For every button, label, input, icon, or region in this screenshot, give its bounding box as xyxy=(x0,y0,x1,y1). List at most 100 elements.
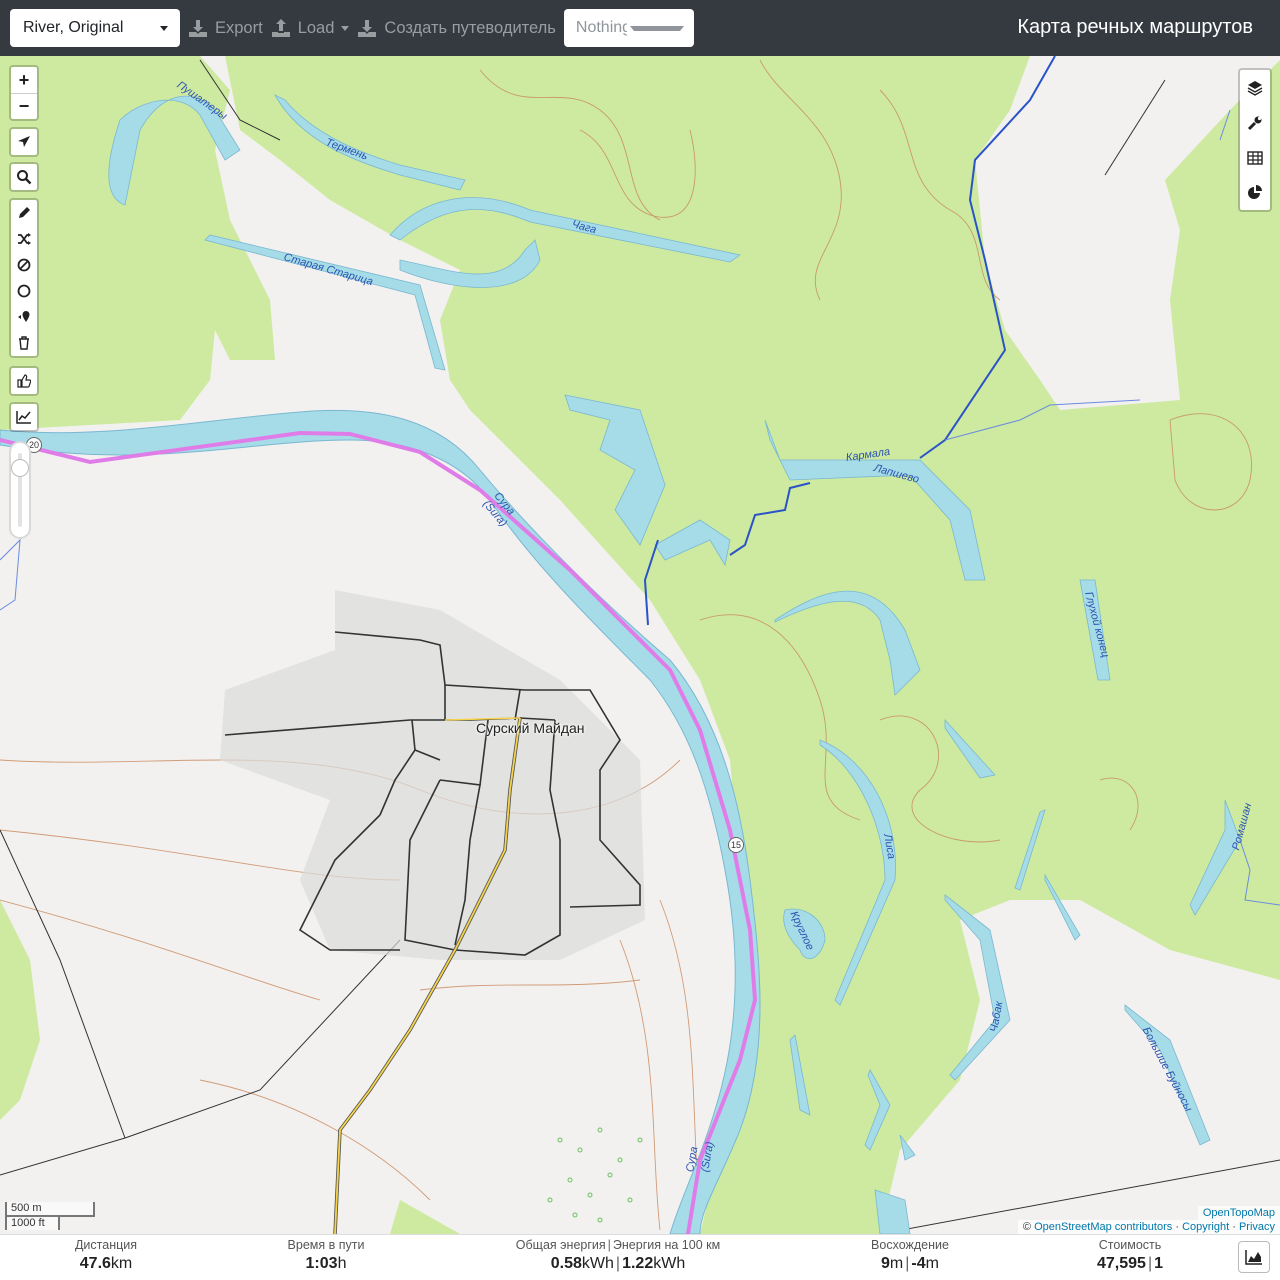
map-base-layer xyxy=(0,56,1280,1234)
search-control xyxy=(9,162,39,192)
scale-imperial: 1000 ft xyxy=(5,1215,60,1230)
stat-energy-total-unit: kWh xyxy=(581,1255,614,1272)
data-table-button[interactable] xyxy=(1240,140,1270,175)
stat-ascent-up-value: 9 xyxy=(881,1255,890,1272)
chevron-down-icon xyxy=(341,25,350,31)
forest-area-south xyxy=(390,1200,460,1234)
area-chart-icon xyxy=(1245,1250,1262,1265)
osm-contributors-link[interactable]: OpenStreetMap contributors xyxy=(1034,1221,1172,1233)
elevation-chart-button[interactable] xyxy=(1238,1241,1270,1273)
layers-icon xyxy=(1247,80,1263,96)
app-title: Карта речных маршрутов xyxy=(1017,16,1253,38)
attribution-separator: · xyxy=(1232,1221,1236,1233)
opacity-slider-handle[interactable] xyxy=(11,459,29,477)
stat-ascent: Восхождение 9m | -4m xyxy=(860,1238,960,1273)
stat-ascent-label: Восхождение xyxy=(871,1238,949,1252)
stat-distance: Дистанция 47.6km xyxy=(70,1238,142,1273)
map-marker-icon xyxy=(18,311,30,322)
stat-cost-label: Стоимость xyxy=(1098,1238,1162,1252)
profile-select[interactable]: River, Original xyxy=(10,9,180,47)
shuffle-icon xyxy=(18,233,31,245)
orchard-pattern xyxy=(547,1127,643,1223)
map-scale: 500 m 1000 ft xyxy=(5,1202,95,1230)
stat-cost: Стоимость 47,595 | 1 xyxy=(1090,1238,1170,1273)
stat-ascent-down-unit: m xyxy=(925,1255,939,1272)
zoom-out-button[interactable]: − xyxy=(11,93,37,119)
stat-time-unit: h xyxy=(337,1255,347,1272)
privacy-link[interactable]: Privacy xyxy=(1239,1221,1275,1233)
opentopomap-link[interactable]: OpenTopoMap xyxy=(1203,1207,1275,1219)
road-shield: 15 xyxy=(728,837,744,853)
create-guide-label: Создать путеводитель xyxy=(384,18,556,37)
town-label: Сурский Майдан xyxy=(476,720,585,736)
stat-distance-label: Дистанция xyxy=(74,1238,138,1252)
stat-energy-per100-value: 1.22 xyxy=(622,1255,654,1272)
stat-cost-count: 1 xyxy=(1154,1255,1163,1272)
search-button[interactable] xyxy=(11,164,37,190)
opacity-slider[interactable] xyxy=(9,441,31,539)
locate-control xyxy=(9,127,39,157)
pie-chart-icon xyxy=(1248,184,1262,199)
create-guide-button[interactable]: Создать путеводитель xyxy=(357,9,556,47)
top-navbar: River, Original Export Load Создать путе… xyxy=(0,0,1280,56)
layers-button[interactable] xyxy=(1240,70,1270,105)
settings-button[interactable] xyxy=(1240,105,1270,140)
elevation-button[interactable] xyxy=(11,404,37,430)
delete-route-button[interactable] xyxy=(11,330,37,356)
locate-button[interactable] xyxy=(11,129,37,155)
stat-cost-value: 47,595 xyxy=(1097,1255,1146,1272)
stat-energy-per100-label: Энергия на 100 км xyxy=(612,1238,721,1252)
route-select[interactable]: Nothing selected xyxy=(563,9,694,47)
statistics-button[interactable] xyxy=(1240,175,1270,210)
zoom-control: + − xyxy=(9,65,39,121)
stat-ascent-up-unit: m xyxy=(889,1255,904,1272)
attribution-separator: · xyxy=(1175,1221,1179,1233)
ban-icon xyxy=(17,258,31,272)
load-button[interactable]: Load xyxy=(271,9,350,47)
pencil-icon xyxy=(19,207,30,218)
stat-time-value: 1:03 xyxy=(305,1255,338,1272)
load-label: Load xyxy=(297,18,335,37)
circle-tool-button[interactable] xyxy=(11,278,37,304)
draw-toolbar xyxy=(9,198,39,358)
copyright-symbol: © xyxy=(1022,1221,1032,1233)
upload-icon xyxy=(271,19,290,37)
draw-route-button[interactable] xyxy=(11,200,37,226)
download-icon xyxy=(358,20,377,37)
zoom-in-button[interactable]: + xyxy=(11,67,37,93)
search-icon xyxy=(17,170,32,185)
stat-distance-unit: km xyxy=(110,1255,133,1272)
village-landuse xyxy=(220,590,645,960)
reverse-route-button[interactable] xyxy=(11,226,37,252)
stat-energy: Общая энергия | Энергия на 100 км 0.58kWh |… xyxy=(515,1238,721,1272)
right-toolbar xyxy=(1238,68,1272,212)
forest-area-southwest xyxy=(0,900,40,1120)
export-button[interactable]: Export xyxy=(188,9,263,47)
wrench-icon xyxy=(1247,116,1262,130)
add-poi-button[interactable] xyxy=(11,304,37,330)
route-stats-bar: Дистанция 47.6km Время в пути 1:03h Обща… xyxy=(0,1234,1280,1280)
stat-energy-total-label: Общая энергия xyxy=(515,1238,606,1252)
route-select-value: Nothing selected xyxy=(575,19,627,36)
download-icon xyxy=(189,20,207,37)
map-canvas[interactable]: Сурский Майдан Пушатеры Термень Чага Ста… xyxy=(0,56,1280,1234)
stat-energy-per100-unit: kWh xyxy=(653,1255,686,1272)
delete-point-button[interactable] xyxy=(11,252,37,278)
stat-time-label: Время в пути xyxy=(287,1238,365,1252)
customize-control xyxy=(9,366,39,396)
elevation-control xyxy=(9,402,39,432)
copyright-link[interactable]: Copyright xyxy=(1182,1221,1229,1233)
customize-button[interactable] xyxy=(11,368,37,394)
chevron-down-icon xyxy=(629,25,684,31)
profile-select-value: River, Original xyxy=(23,19,124,36)
thumbs-up-icon xyxy=(17,374,31,388)
chevron-down-icon xyxy=(160,25,168,31)
trash-icon xyxy=(19,336,29,350)
export-label: Export xyxy=(215,18,263,37)
circle-icon xyxy=(17,284,31,298)
stat-distance-value: 47.6 xyxy=(79,1255,111,1272)
map-attribution: OpenTopoMap © OpenStreetMap contributors… xyxy=(1017,1206,1280,1234)
location-arrow-icon xyxy=(18,136,30,147)
stat-ascent-down-value: -4 xyxy=(911,1255,926,1272)
stat-time: Время в пути 1:03h xyxy=(280,1238,372,1273)
